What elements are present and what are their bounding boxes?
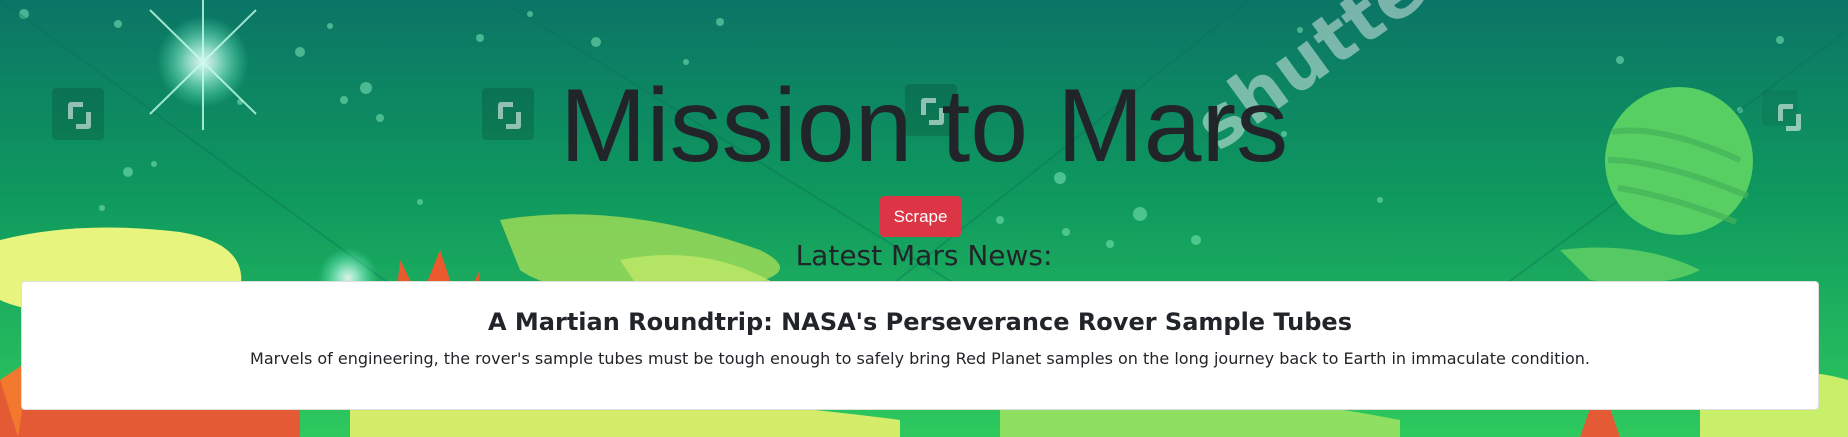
page-container: Mission to Mars Scrape Latest Mars News:… [0,0,1848,437]
page-title: Mission to Mars [559,68,1289,184]
latest-news-heading: Latest Mars News: [795,239,1053,272]
scrape-button[interactable]: Scrape [880,196,961,237]
news-card: A Martian Roundtrip: NASA's Perseverance… [21,281,1819,410]
news-title: A Martian Roundtrip: NASA's Perseverance… [487,308,1352,336]
news-paragraph: Marvels of engineering, the rover's samp… [250,349,1590,368]
